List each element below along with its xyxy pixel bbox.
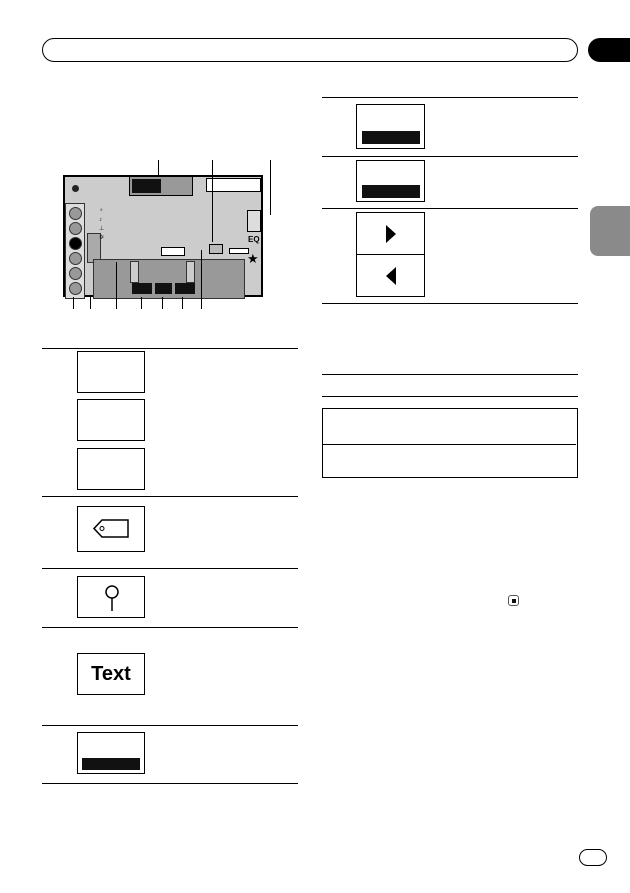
preset-buttons [65,203,85,299]
page-number-badge [579,849,607,866]
next-button[interactable] [186,261,195,283]
tag-icon[interactable] [209,244,223,254]
prev-button[interactable] [130,261,139,283]
header-bar [42,38,578,62]
stop-icon [508,595,519,606]
black-bar-button [356,160,425,202]
arrow-left-icon [386,267,396,285]
tag-icon [92,519,129,538]
black-bar-button [77,732,145,774]
text-button: Text [77,653,145,695]
blank-icon-3 [77,448,145,490]
preset-3[interactable] [69,237,82,250]
info-icons: ♆ ♪ ⊥ ✲ [99,208,105,241]
small-display [229,248,249,254]
preset-5[interactable] [69,267,82,280]
check-icon [72,185,79,192]
arrow-buttons [356,212,425,297]
preset-2[interactable] [69,222,82,235]
status-display [206,178,261,192]
preset-6[interactable] [69,282,82,295]
eq-label[interactable]: EQ [248,235,260,244]
blank-icon-1 [77,351,145,393]
tag-button [77,506,145,552]
preset-4[interactable] [69,252,82,265]
bottom-button-1[interactable] [132,283,152,294]
tag-indicator [161,247,185,256]
bottom-button-3[interactable] [175,283,195,294]
section-side-tab [590,206,630,256]
source-indicator [129,176,193,196]
screen-diagram: ♆ ♪ ⊥ ✲ EQ ★ [63,175,263,299]
search-icon [105,585,119,611]
blank-icon-2 [77,399,145,441]
note-box [322,408,578,478]
preset-1[interactable] [69,207,82,220]
black-bar-button [356,104,425,149]
chapter-tab [588,38,630,62]
text-button-label: Text [91,662,131,685]
star-icon[interactable]: ★ [247,251,259,267]
arrow-right-icon [386,225,396,243]
bottom-button-2[interactable] [155,283,172,294]
search-button [77,576,145,618]
search-button[interactable] [247,210,261,232]
